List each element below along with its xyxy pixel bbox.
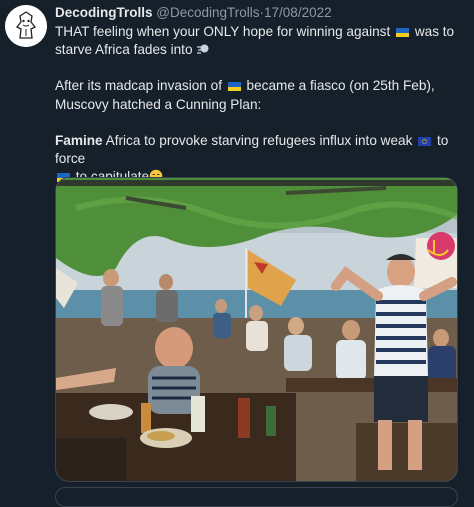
eu-flag-icon — [418, 136, 432, 146]
tweet-text-segment: After its madcap invasion of — [55, 78, 222, 94]
tweet-date[interactable]: 17/08/2022 — [264, 5, 332, 20]
ukraine-flag-icon — [227, 82, 241, 92]
tweet-text: THAT feeling when your ONLY hope for win… — [55, 23, 467, 186]
ukraine-flag-icon — [396, 28, 410, 37]
troll-avatar-icon — [5, 5, 47, 47]
author-avatar[interactable] — [5, 5, 47, 47]
tweet-paragraph-1: THAT feeling when your ONLY hope for win… — [55, 23, 467, 59]
tweet-photo[interactable] — [55, 177, 458, 482]
tweet-bold-word: Famine — [55, 132, 103, 148]
author-name[interactable]: DecodingTrolls — [55, 5, 153, 20]
tweet-header: DecodingTrolls @DecodingTrolls·17/08/202… — [55, 4, 332, 22]
dash-emoji-icon — [197, 44, 209, 54]
tweet-text-segment: THAT feeling when your ONLY hope for win… — [55, 24, 391, 39]
author-handle[interactable]: @DecodingTrolls — [156, 5, 259, 20]
next-tweet-card-edge — [55, 487, 458, 507]
tweet-paragraph-2: After its madcap invasion of became a fi… — [55, 77, 467, 113]
tweet[interactable]: DecodingTrolls @DecodingTrolls·17/08/202… — [0, 0, 474, 507]
tweet-text-segment: Africa to provoke starving refugees infl… — [105, 132, 413, 148]
beach-cafe-photo — [56, 178, 457, 481]
